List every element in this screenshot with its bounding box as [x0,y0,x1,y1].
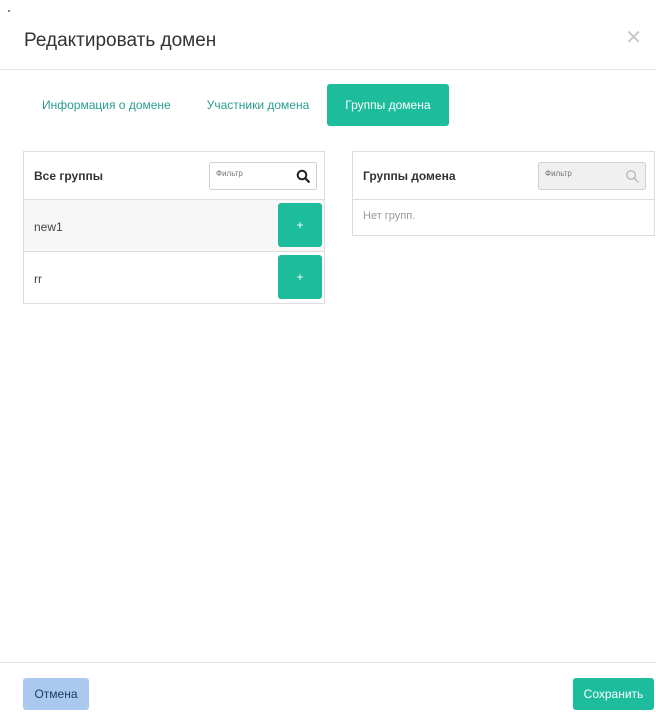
modal-footer: Отмена Сохранить [0,662,656,720]
all-groups-filter [209,162,317,190]
group-row: new1 + [24,200,324,252]
domain-groups-filter [538,162,646,190]
empty-state-text: Нет групп. [363,210,416,222]
search-icon [625,169,639,183]
all-groups-panel: Все группы new1 + rr + [23,151,325,304]
modal-header: Редактировать домен ✕ [0,0,656,70]
group-name: rr [34,272,42,286]
domain-groups-header: Группы домена [353,152,654,200]
group-name: new1 [34,220,63,234]
all-groups-title: Все группы [34,169,103,183]
domain-groups-panel: Группы домена Нет групп. [352,151,655,236]
tab-domain-members[interactable]: Участники домена [189,84,328,126]
domain-groups-filter-input [545,169,605,178]
all-groups-header: Все группы [24,152,324,200]
tab-domain-info[interactable]: Информация о домене [24,84,189,126]
group-row: rr + [24,252,324,304]
cancel-button[interactable]: Отмена [23,678,89,710]
tab-domain-groups[interactable]: Группы домена [327,84,449,126]
domain-groups-title: Группы домена [363,169,456,183]
add-group-button[interactable]: + [278,203,322,247]
add-group-button[interactable]: + [278,255,322,299]
modal-title: Редактировать домен [24,30,217,51]
tab-bar: Информация о домене Участники домена Гру… [24,84,449,126]
close-icon[interactable]: ✕ [625,28,642,48]
save-button[interactable]: Сохранить [573,678,654,710]
all-groups-filter-input[interactable] [216,169,276,178]
search-icon[interactable] [296,169,310,183]
